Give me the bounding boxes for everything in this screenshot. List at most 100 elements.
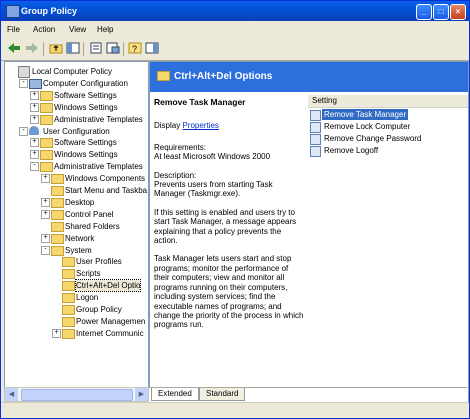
scrollbar-thumb[interactable]: [21, 389, 133, 401]
collapse-icon[interactable]: -: [41, 245, 50, 255]
toolbar-separator: [43, 42, 44, 56]
tree-item-label: User Profiles: [76, 257, 122, 267]
collapse-icon[interactable]: -: [30, 162, 39, 172]
tree-item[interactable]: - User Configuration: [5, 125, 148, 137]
tree-item[interactable]: User Profiles: [5, 256, 148, 268]
menu-bar: File Action View Help: [1, 22, 469, 38]
maximize-button[interactable]: □: [433, 4, 449, 20]
menu-help[interactable]: Help: [97, 25, 113, 34]
svg-text:?: ?: [132, 44, 137, 54]
tree-item[interactable]: + Software Settings: [5, 137, 148, 149]
expand-icon[interactable]: +: [41, 233, 50, 243]
expand-icon[interactable]: +: [30, 138, 39, 148]
minimize-button[interactable]: _: [416, 4, 432, 20]
expand-icon[interactable]: +: [30, 90, 39, 100]
folder-icon: [62, 328, 75, 339]
properties-icon[interactable]: [89, 42, 103, 54]
forward-icon[interactable]: [25, 42, 39, 54]
tree-item[interactable]: + Internet Communic: [5, 328, 148, 339]
title-bar: Group Policy _ □ ×: [1, 1, 469, 21]
expand-icon[interactable]: +: [52, 328, 61, 338]
close-button[interactable]: ×: [450, 4, 466, 20]
tree-item[interactable]: Scripts: [5, 268, 148, 280]
tree-item[interactable]: Logon: [5, 292, 148, 304]
folder-icon: [51, 245, 64, 256]
expand-icon[interactable]: +: [30, 114, 39, 124]
tab-extended[interactable]: Extended: [151, 388, 199, 401]
folder-icon: [40, 102, 53, 113]
extended-description: Remove Task Manager Display Properties R…: [154, 97, 304, 339]
up-folder-icon[interactable]: [49, 42, 63, 54]
setting-row[interactable]: Remove Task Manager: [308, 109, 468, 121]
menu-file[interactable]: File: [7, 25, 20, 34]
setting-row[interactable]: Remove Lock Computer: [308, 121, 468, 133]
view-tabs: Extended Standard: [149, 387, 467, 402]
description-label: Description:: [154, 170, 197, 180]
tree-item-label: Windows Settings: [54, 150, 118, 160]
computer-icon: [29, 78, 42, 89]
setting-column-header[interactable]: Setting: [308, 95, 468, 108]
menu-view[interactable]: View: [69, 25, 86, 34]
show-tree-icon[interactable]: [66, 42, 80, 54]
folder-icon: [62, 293, 75, 304]
tree-item[interactable]: Power Managemen: [5, 316, 148, 327]
tree-item-label: Software Settings: [54, 90, 117, 100]
tree-item[interactable]: Ctrl+Alt+Del Optio: [5, 279, 148, 293]
user-icon: [29, 125, 39, 135]
folder-icon: [62, 269, 75, 280]
console-tree[interactable]: Local Computer Policy - Computer Configura…: [4, 61, 149, 401]
tree-item[interactable]: + Windows Components: [5, 173, 148, 185]
group-policy-window: Group Policy _ □ × File Action View Help: [0, 0, 470, 419]
tree-horizontal-scrollbar[interactable]: ◀ ▶: [4, 387, 149, 402]
show-hide-icon[interactable]: [145, 42, 159, 54]
collapse-icon[interactable]: -: [19, 126, 28, 136]
collapse-icon[interactable]: -: [19, 78, 28, 88]
tree-item[interactable]: Local Computer Policy: [5, 66, 148, 78]
setting-title: Remove Task Manager: [154, 97, 246, 107]
description-paragraph-3: Task Manager lets users start and stop p…: [154, 254, 304, 330]
tree-item[interactable]: - Administrative Templates: [5, 161, 148, 173]
tree-item-label: Administrative Templates: [54, 114, 143, 124]
tree-item[interactable]: - System: [5, 245, 148, 256]
details-header-title: Ctrl+Alt+Del Options: [174, 71, 273, 82]
scroll-right-icon[interactable]: ▶: [135, 388, 148, 401]
expand-icon[interactable]: +: [41, 197, 50, 207]
tree-item[interactable]: - Computer Configuration: [5, 78, 148, 89]
tree-item[interactable]: + Control Panel: [5, 209, 148, 220]
properties-link[interactable]: Properties: [182, 121, 218, 130]
policy-icon: [18, 66, 30, 78]
expand-icon[interactable]: +: [41, 209, 50, 219]
policy-setting-icon: [310, 134, 321, 145]
tab-standard[interactable]: Standard: [199, 388, 246, 401]
tree-item[interactable]: + Desktop: [5, 197, 148, 208]
tree-item-label: System: [65, 245, 92, 255]
tree-item[interactable]: Shared Folders: [5, 221, 148, 232]
tree-item[interactable]: Group Policy: [5, 304, 148, 315]
setting-row[interactable]: Remove Change Password: [308, 133, 468, 145]
setting-row[interactable]: Remove Logoff: [308, 145, 468, 157]
policy-setting-icon: [310, 146, 321, 157]
tree-item[interactable]: + Software Settings: [5, 90, 148, 101]
description-paragraph-2: If this setting is enabled and users try…: [154, 207, 297, 246]
tree-item[interactable]: Start Menu and Taskba: [5, 185, 148, 196]
setting-label: Remove Change Password: [324, 134, 422, 143]
scroll-left-icon[interactable]: ◀: [5, 388, 18, 401]
details-pane: Ctrl+Alt+Del Options Remove Task Manager…: [149, 61, 469, 403]
expand-icon[interactable]: +: [30, 102, 39, 112]
tree-item[interactable]: + Network: [5, 233, 148, 244]
expand-icon[interactable]: +: [30, 150, 39, 160]
help-icon[interactable]: ?: [128, 42, 142, 54]
tree-item-label: Control Panel: [65, 209, 114, 219]
tree-item-label: Network: [65, 233, 95, 243]
folder-icon: [40, 114, 53, 125]
settings-list: Setting Remove Task Manager Remove Lock C…: [308, 95, 468, 380]
export-list-icon[interactable]: [106, 42, 120, 54]
tree-item[interactable]: + Administrative Templates: [5, 114, 148, 125]
expand-icon[interactable]: +: [41, 174, 50, 184]
tree-item[interactable]: + Windows Settings: [5, 149, 148, 161]
toolbar: ?: [1, 38, 469, 61]
back-icon[interactable]: [7, 42, 21, 54]
menu-action[interactable]: Action: [33, 25, 55, 34]
tree-item[interactable]: + Windows Settings: [5, 102, 148, 113]
tree-item-label: Start Menu and Taskba: [65, 186, 148, 195]
